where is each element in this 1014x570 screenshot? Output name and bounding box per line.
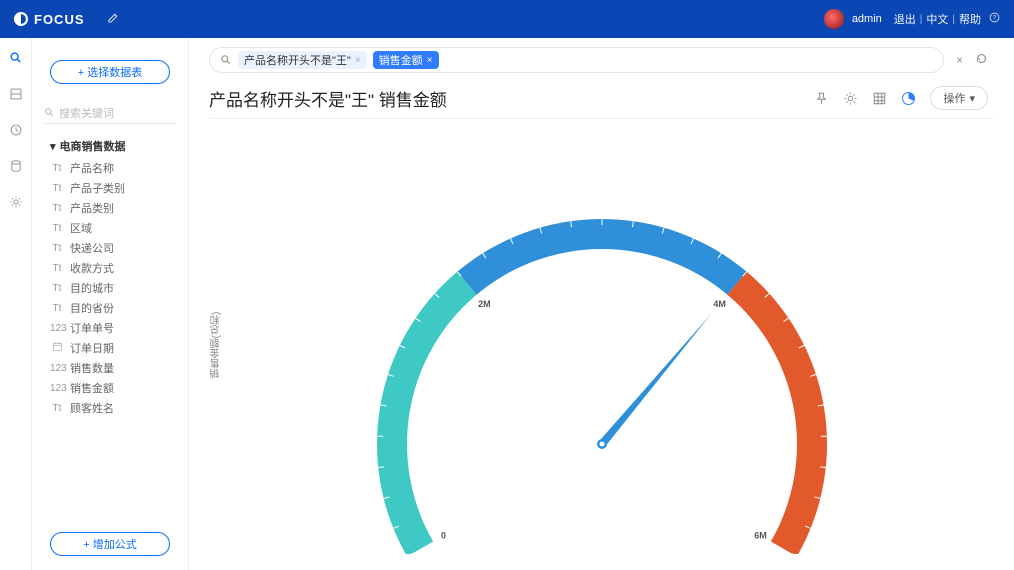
field-type-icon: 123 [50,383,64,394]
refresh-icon[interactable] [975,52,988,68]
chevron-down-icon: ▾ [969,92,975,105]
field-sidebar: + 选择数据表 搜索关键词 ▾ 电商销售数据 Tt 产品名称 Tt 产品子类别 Tt 产品… [32,38,189,570]
field-item[interactable]: Tt 快递公司 [50,238,188,258]
field-label: 目的省份 [70,300,114,316]
query-chip-metric[interactable]: 销售金额× [373,51,439,69]
field-type-icon: Tt [50,263,64,274]
field-label: 订单单号 [70,320,114,336]
svg-text:4M: 4M [713,298,726,308]
pin-icon[interactable] [814,91,829,106]
field-item[interactable]: Tt 产品子类别 [50,178,188,198]
field-group-header[interactable]: ▾ 电商销售数据 [50,138,188,154]
page-title: 产品名称开头不是"王" 销售金额 [209,86,447,111]
field-type-icon: 123 [50,363,64,374]
field-label: 区域 [70,220,92,236]
field-label: 目的城市 [70,280,114,296]
field-type-icon: Tt [50,183,64,194]
field-item[interactable]: Tt 收款方式 [50,258,188,278]
edit-icon[interactable] [107,11,120,27]
select-table-button[interactable]: + 选择数据表 [50,60,170,84]
field-type-icon: Tt [50,403,64,414]
field-label: 销售数量 [70,360,114,376]
gear-icon[interactable] [843,91,858,106]
field-item[interactable]: 123 订单单号 [50,318,188,338]
field-item[interactable]: Tt 产品名称 [50,158,188,178]
search-icon [220,54,232,66]
chip-close-icon[interactable]: × [355,55,361,66]
field-item[interactable]: 123 销售数量 [50,358,188,378]
chart-view-icon[interactable] [901,91,916,106]
field-item[interactable]: 123 销售金额 [50,378,188,398]
field-search-placeholder: 搜索关键词 [59,105,114,121]
field-type-icon: 123 [50,323,64,334]
help-link[interactable]: 帮助 [959,11,981,27]
avatar[interactable] [824,9,844,29]
brand-text: FOCUS [34,12,85,27]
field-type-icon: Tt [50,223,64,234]
field-label: 订单日期 [70,340,114,356]
help-icon[interactable]: ? [989,12,1000,26]
clear-query-icon[interactable]: × [956,53,963,67]
field-label: 产品名称 [70,160,114,176]
field-item[interactable]: Tt 目的城市 [50,278,188,298]
nav-time-icon[interactable] [8,122,24,138]
caret-down-icon: ▾ [50,140,56,153]
brand-icon [14,12,28,26]
field-type-icon [50,341,64,355]
field-type-icon: Tt [50,303,64,314]
field-list: ▾ 电商销售数据 Tt产品名称Tt产品子类别Tt产品类别Tt区域Tt快递公司Tt… [50,138,188,532]
field-item[interactable]: Tt 顾客姓名 [50,398,188,418]
field-label: 产品子类别 [70,180,125,196]
search-icon [44,107,55,118]
topbar: FOCUS admin 退出 | 中文 | 帮助 ? [0,0,1014,38]
query-input[interactable]: 产品名称开头不是"王"× 销售金额× [209,47,944,73]
svg-text:?: ? [993,16,997,22]
language-link[interactable]: 中文 [926,11,948,27]
field-label: 收款方式 [70,260,114,276]
field-label: 顾客姓名 [70,400,114,416]
query-row: 产品名称开头不是"王"× 销售金额× × [189,38,1014,82]
logout-link[interactable]: 退出 [894,11,916,27]
field-type-icon: Tt [50,163,64,174]
svg-text:0: 0 [441,530,446,540]
add-formula-button[interactable]: + 增加公式 [50,532,170,556]
nav-search-icon[interactable] [8,50,24,66]
field-item[interactable]: Tt 目的省份 [50,298,188,318]
field-label: 产品类别 [70,200,114,216]
username: admin [852,13,882,25]
table-view-icon[interactable] [872,91,887,106]
field-type-icon: Tt [50,203,64,214]
gauge-chart: 0 2M 4M 6M [342,154,862,554]
brand-logo: FOCUS [14,12,85,27]
nav-dashboard-icon[interactable] [8,86,24,102]
chip-close-icon[interactable]: × [427,55,433,66]
field-group-name: 电商销售数据 [60,138,126,154]
query-chip-filter[interactable]: 产品名称开头不是"王"× [238,51,367,69]
field-item[interactable]: Tt 产品类别 [50,198,188,218]
nav-data-icon[interactable] [8,158,24,174]
y-axis-label: 销售金额(总和) [209,311,224,378]
field-item[interactable]: Tt 区域 [50,218,188,238]
field-label: 销售金额 [70,380,114,396]
field-label: 快递公司 [70,240,114,256]
field-search-input[interactable]: 搜索关键词 [44,102,176,124]
svg-text:2M: 2M [478,298,491,308]
svg-text:6M: 6M [754,530,767,540]
nav-rail [0,38,32,570]
field-type-icon: Tt [50,243,64,254]
operations-dropdown[interactable]: 操作▾ [930,86,988,110]
main-area: 产品名称开头不是"王"× 销售金额× × 产品名称开头不是"王" 销售金额 操作… [189,38,1014,570]
title-row: 产品名称开头不是"王" 销售金额 操作▾ [189,82,1014,114]
field-type-icon: Tt [50,283,64,294]
nav-settings-icon[interactable] [8,194,24,210]
field-item[interactable]: 订单日期 [50,338,188,358]
chart-area: 销售金额(总和) 0 2M 4M 6M [189,119,1014,570]
